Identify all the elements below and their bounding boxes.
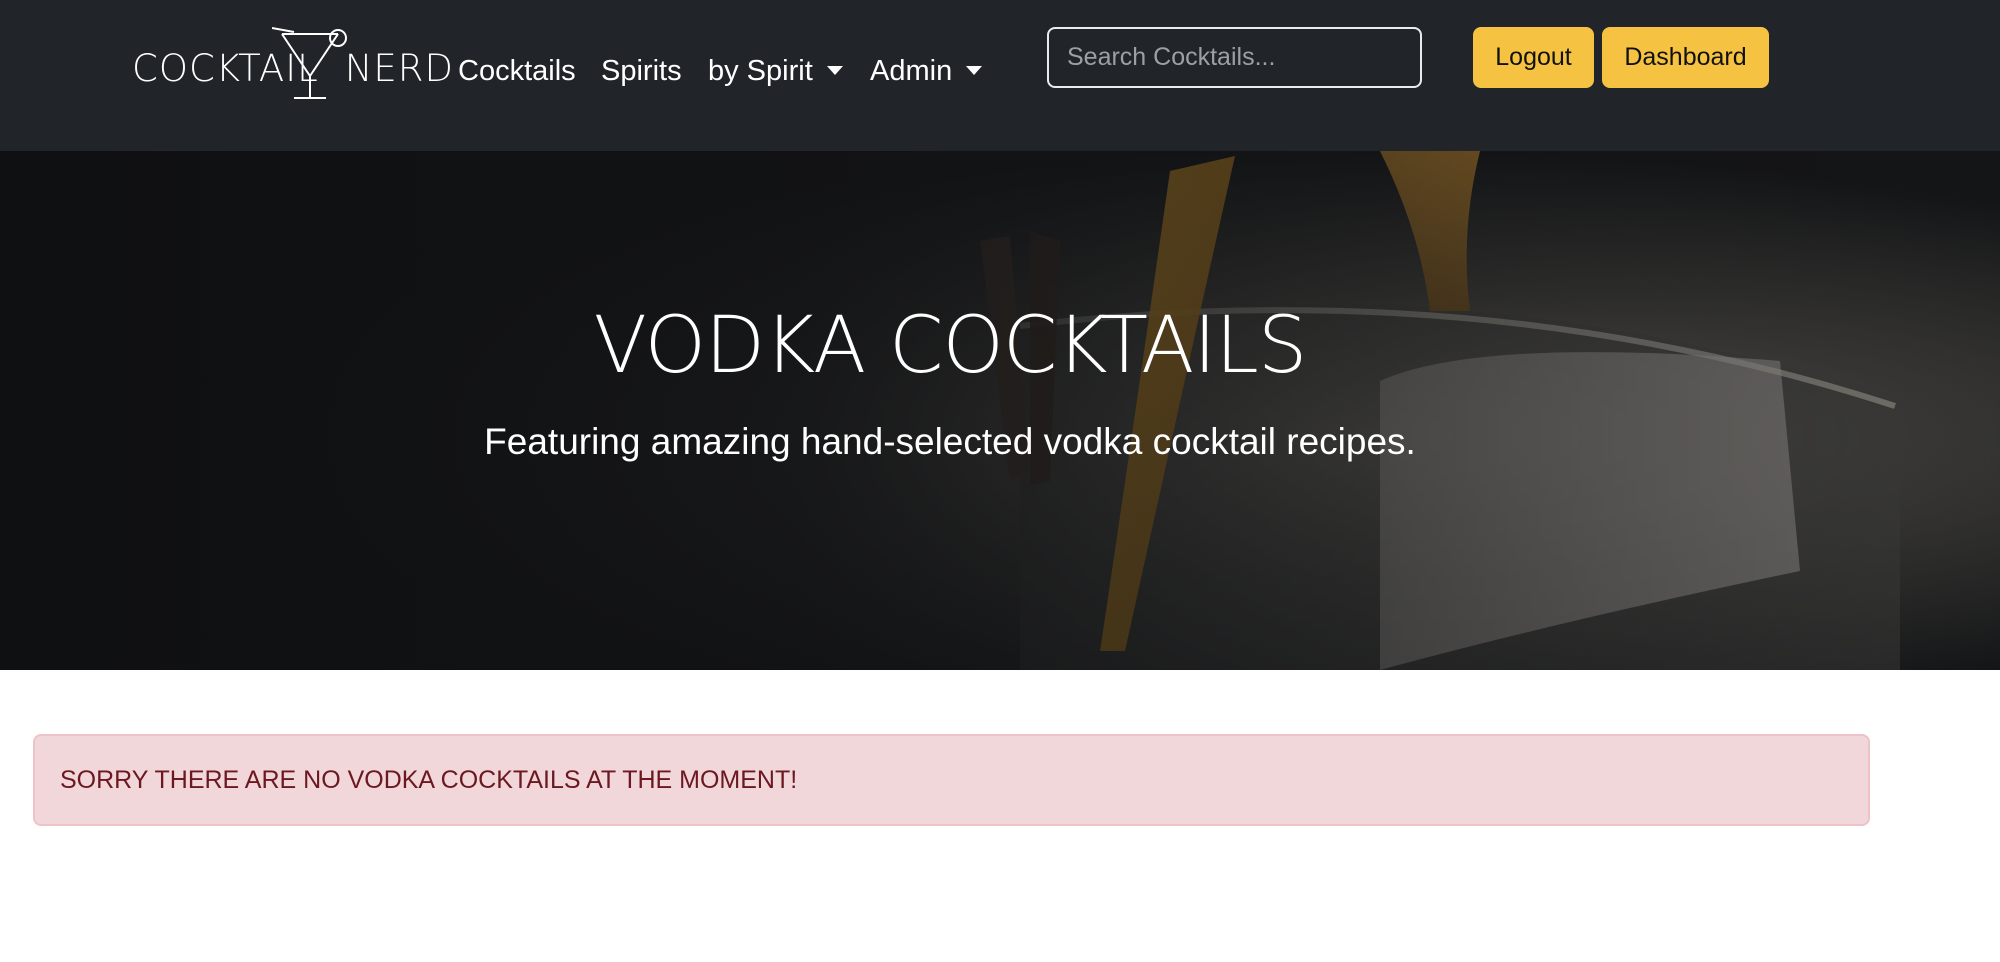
caret-down-icon [966, 65, 983, 75]
hero-banner: VODKA COCKTAILS Featuring amazing hand-s… [0, 151, 2000, 670]
page-subtitle: Featuring amazing hand-selected vodka co… [484, 421, 1416, 462]
brand-name: COCKTAIL NERD [132, 47, 455, 90]
logout-button[interactable]: Logout [1473, 27, 1594, 88]
brand-logo[interactable]: COCKTAIL NERD [132, 26, 453, 102]
page-title: VODKA COCKTAILS [593, 301, 1308, 391]
dashboard-button[interactable]: Dashboard [1602, 27, 1769, 88]
nav-admin-label: Admin [870, 55, 953, 87]
empty-state-alert: SORRY THERE ARE NO VODKA COCKTAILS AT TH… [33, 734, 1870, 826]
caret-down-icon [826, 65, 843, 75]
nav-cocktails[interactable]: Cocktails [458, 50, 576, 92]
search-input[interactable] [1047, 27, 1422, 88]
nav-admin-dropdown[interactable]: Admin [870, 50, 983, 92]
nav-by-spirit-label: by Spirit [708, 55, 813, 87]
hero-background-image [0, 151, 2000, 670]
nav-by-spirit-dropdown[interactable]: by Spirit [708, 50, 843, 92]
nav-spirits[interactable]: Spirits [601, 50, 682, 92]
top-navbar: COCKTAIL NERD Cocktails Spirits by Spirit… [0, 0, 2000, 151]
